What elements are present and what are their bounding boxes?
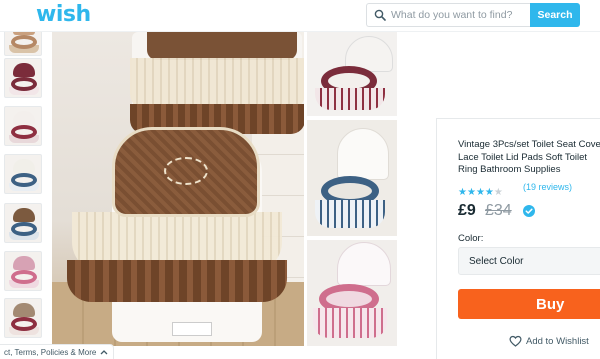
thumbnail[interactable] <box>4 154 42 194</box>
thumbnail[interactable] <box>4 203 42 243</box>
main-product-image[interactable] <box>52 32 304 346</box>
star-icon: ★ <box>466 187 476 198</box>
star-icon: ★ <box>484 187 494 198</box>
verified-check-icon <box>523 205 535 217</box>
search-input[interactable] <box>391 4 527 26</box>
footer-links-tab[interactable]: ct, Terms, Policies & More <box>0 344 114 359</box>
rating-stars: ★★★★★ <box>458 182 503 198</box>
thumbnail[interactable] <box>4 298 42 338</box>
search-button[interactable]: Search <box>530 3 580 27</box>
thumbnail-seat <box>11 270 37 284</box>
color-label: Color: <box>458 233 484 244</box>
original-price: £34 <box>485 202 512 219</box>
thumbnail-seat <box>11 125 37 139</box>
thumbnail-seat <box>11 173 37 187</box>
star-icon: ★ <box>458 187 467 198</box>
side-image-blue[interactable] <box>307 120 397 236</box>
thumbnail[interactable] <box>4 58 42 98</box>
thumbnail-lid <box>13 63 35 77</box>
wishlist-label: Add to Wishlist <box>526 336 589 347</box>
thumbnail-lid <box>13 303 35 317</box>
side-image-pink[interactable] <box>307 240 397 346</box>
thumbnail-seat <box>11 317 37 331</box>
wish-logo[interactable]: wish <box>36 2 91 27</box>
thumbnail-seat <box>11 77 37 91</box>
side-lid <box>337 128 389 180</box>
tank-cover <box>147 32 297 60</box>
product-info-panel: Vintage 3Pcs/set Toilet Seat Cover Lace … <box>436 118 600 359</box>
seat-ruffle <box>67 260 287 302</box>
side-skirt <box>313 308 387 338</box>
current-price: £9 <box>458 202 476 219</box>
thumbnail[interactable] <box>4 106 42 146</box>
color-select[interactable]: Select Color <box>458 247 600 275</box>
side-skirt <box>315 88 385 110</box>
product-title: Vintage 3Pcs/set Toilet Seat Cover Lace … <box>458 139 600 175</box>
footer-links-text: ct, Terms, Policies & More <box>4 348 97 357</box>
star-icon: ★ <box>475 187 485 198</box>
side-skirt <box>315 200 385 228</box>
buy-button[interactable]: Buy <box>458 289 600 319</box>
thumbnail-lid <box>13 159 35 173</box>
label-plate <box>172 322 212 336</box>
search-box[interactable] <box>366 3 530 27</box>
reviews-link[interactable]: (19 reviews) <box>523 182 572 192</box>
top-header: wish Search <box>0 0 600 32</box>
thumbnail-lid <box>13 208 35 222</box>
lid-emblem <box>164 157 208 185</box>
thumbnail-lid <box>13 111 35 125</box>
search-icon <box>374 9 386 21</box>
thumbnail-strip <box>0 16 50 359</box>
heart-icon <box>509 335 522 347</box>
star-icon: ★ <box>493 187 503 198</box>
chevron-up-icon <box>100 350 108 355</box>
thumbnail-seat <box>11 35 37 49</box>
thumbnail-lid <box>13 256 35 270</box>
side-image-burgundy[interactable] <box>307 32 397 116</box>
thumbnail-seat <box>11 222 37 236</box>
thumbnail[interactable] <box>4 251 42 291</box>
side-lid <box>337 242 391 286</box>
